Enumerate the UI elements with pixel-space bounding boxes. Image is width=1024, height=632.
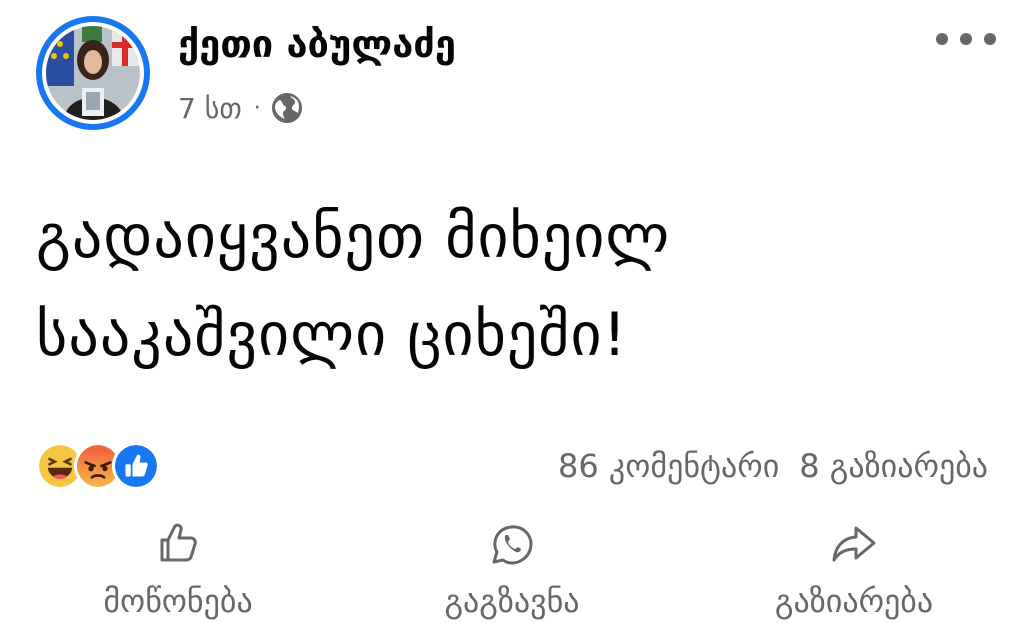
post-text-line: გადაიყვანეთ მიხეილ bbox=[36, 202, 671, 272]
like-reaction-icon bbox=[112, 442, 160, 490]
post-meta: 7 სთ · bbox=[178, 88, 303, 128]
avatar bbox=[46, 26, 140, 120]
whatsapp-icon bbox=[492, 525, 533, 565]
meta-separator: · bbox=[253, 95, 261, 121]
share-icon bbox=[832, 526, 876, 562]
post-text-line: სააკაშვილი ციხეში! bbox=[36, 300, 628, 370]
facebook-post: ქეთი აბულაძე 7 სთ · გადაიყვანეთ მიხეილ ს… bbox=[0, 0, 1024, 632]
post-text: გადაიყვანეთ მიხეილ სააკაშვილი ციხეში! bbox=[36, 188, 996, 384]
story-ring[interactable] bbox=[36, 16, 150, 130]
share-button[interactable]: გაზიარება bbox=[704, 520, 1004, 630]
more-dot bbox=[984, 33, 996, 45]
like-label: მოწონება bbox=[103, 582, 253, 620]
comments-count[interactable]: 86 კომენტარი bbox=[558, 447, 779, 485]
like-icon bbox=[160, 523, 197, 562]
like-button[interactable]: მოწონება bbox=[28, 520, 328, 630]
more-dot bbox=[960, 33, 972, 45]
more-options-button[interactable] bbox=[936, 24, 996, 54]
post-stats: 86 კომენტარი 8 გაზიარება bbox=[558, 440, 988, 492]
post-time[interactable]: 7 სთ bbox=[178, 92, 242, 125]
shares-count[interactable]: 8 გაზიარება bbox=[799, 447, 988, 485]
send-button[interactable]: გაგზავნა bbox=[362, 520, 662, 630]
author-name[interactable]: ქეთი აბულაძე bbox=[178, 14, 456, 74]
more-horizontal-icon bbox=[936, 33, 948, 45]
send-label: გაგზავნა bbox=[444, 582, 580, 620]
avatar-border bbox=[42, 22, 144, 124]
action-bar: მოწონება გაგზავნა გაზიარება bbox=[0, 520, 1024, 630]
share-label: გაზიარება bbox=[774, 582, 934, 620]
reaction-summary[interactable] bbox=[36, 440, 160, 492]
globe-icon[interactable] bbox=[271, 92, 303, 124]
